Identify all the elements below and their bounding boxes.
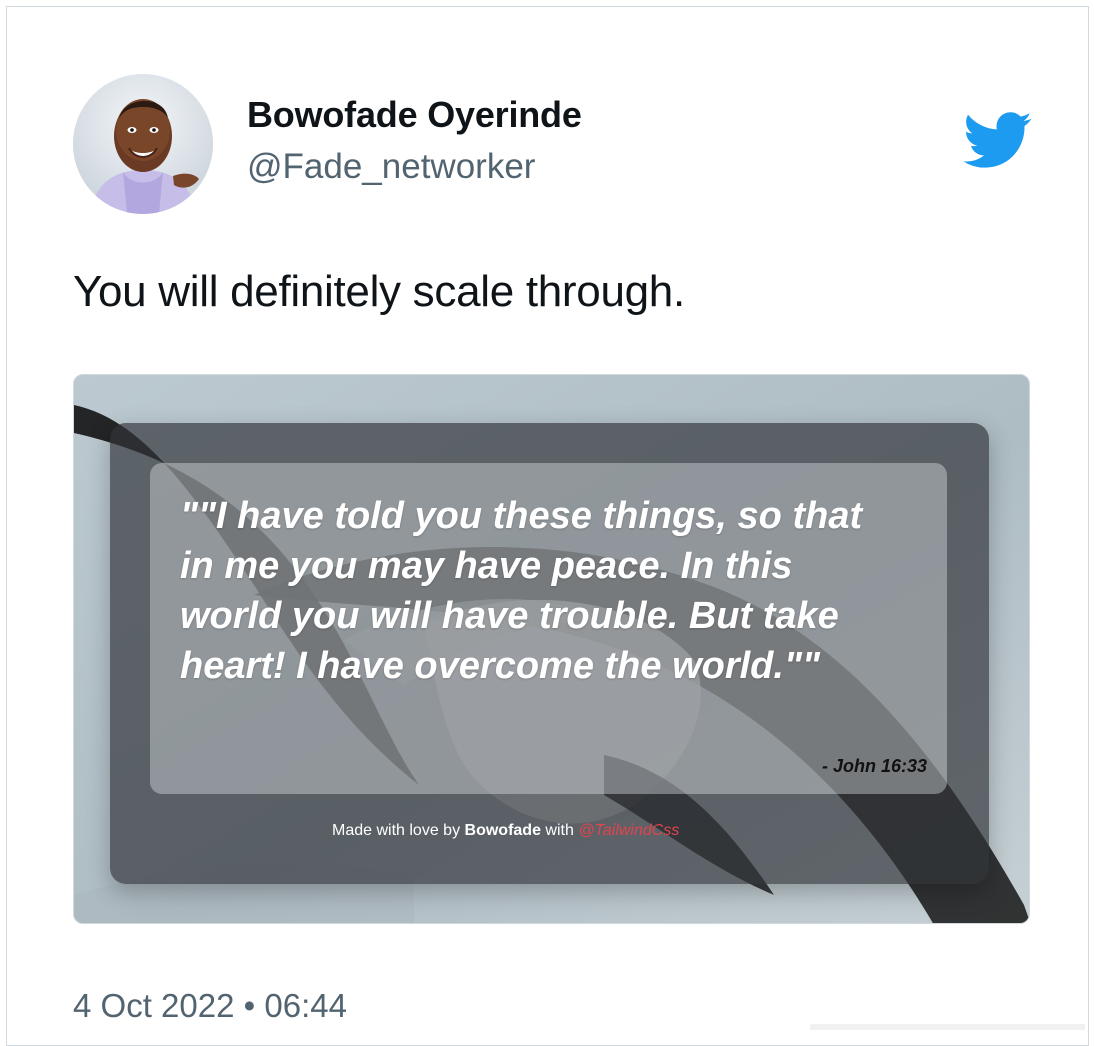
timestamp-time[interactable]: 06:44 bbox=[264, 987, 347, 1024]
footer-middle: with bbox=[540, 822, 579, 839]
quote-panel: ""I have told you these things, so that … bbox=[150, 463, 947, 794]
timestamp[interactable]: 4 Oct 2022 • 06:44 bbox=[73, 987, 347, 1025]
twitter-icon[interactable] bbox=[957, 104, 1036, 176]
tweet-header: Bowofade Oyerinde @Fade_networker bbox=[73, 74, 1036, 214]
tweet-media[interactable]: ""I have told you these things, so that … bbox=[73, 374, 1030, 924]
tweet-card: Bowofade Oyerinde @Fade_networker You wi… bbox=[6, 6, 1089, 1046]
bottom-edge-strip bbox=[810, 1024, 1085, 1030]
timestamp-date[interactable]: 4 Oct 2022 bbox=[73, 987, 234, 1024]
made-with-love-line: Made with love by Bowofade with @Tailwin… bbox=[332, 822, 679, 840]
tailwind-link[interactable]: @TailwindCss bbox=[578, 822, 679, 839]
quote-text: ""I have told you these things, so that … bbox=[180, 495, 863, 687]
quote-source: - John 16:33 bbox=[821, 756, 927, 776]
footer-author: Bowofade bbox=[464, 822, 541, 839]
author-handle[interactable]: @Fade_networker bbox=[247, 147, 535, 187]
author-name[interactable]: Bowofade Oyerinde bbox=[247, 94, 582, 136]
tweet-text: You will definitely scale through. bbox=[73, 267, 685, 316]
footer-prefix: Made with love by bbox=[332, 822, 465, 839]
avatar[interactable] bbox=[73, 74, 213, 214]
timestamp-separator: • bbox=[243, 987, 256, 1024]
